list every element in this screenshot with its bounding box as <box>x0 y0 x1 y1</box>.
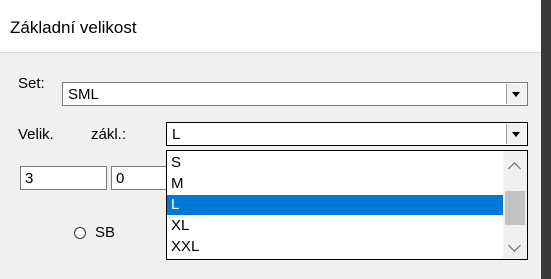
chevron-down-icon <box>512 132 520 137</box>
dropdown-scrollbar[interactable] <box>503 151 527 259</box>
list-item[interactable]: M <box>167 174 503 194</box>
scroll-thumb[interactable] <box>505 191 525 225</box>
dialog-title: Základní velikost <box>10 18 137 37</box>
zakl-label: zákl.: <box>91 126 127 143</box>
list-item[interactable]: XXL <box>167 237 503 257</box>
velik-label: Velik. <box>18 126 54 143</box>
base-size-combobox[interactable]: L <box>166 122 528 146</box>
field-1-input[interactable]: 3 <box>20 166 107 190</box>
list-item[interactable]: S <box>167 153 503 173</box>
base-size-dropdown-list: S M L XL XXL <box>166 150 528 260</box>
title-bar: Základní velikost <box>0 0 541 53</box>
list-item-selected[interactable]: L <box>167 195 503 215</box>
base-size-dropdown-button[interactable] <box>506 124 526 144</box>
sb-radio[interactable] <box>74 227 86 239</box>
field-2-input[interactable]: 0 <box>111 166 167 190</box>
chevron-down-icon <box>512 92 520 97</box>
sb-radio-label: SB <box>95 224 116 241</box>
scroll-down-icon[interactable] <box>508 239 521 252</box>
set-label: Set: <box>18 75 45 92</box>
set-value: SML <box>68 86 99 103</box>
base-size-value: L <box>172 126 181 143</box>
field-1-value: 3 <box>25 170 34 187</box>
set-combobox[interactable]: SML <box>62 82 528 106</box>
base-size-dialog: Základní velikost Set: SML Velik. zákl.:… <box>0 0 541 279</box>
field-2-value: 0 <box>116 170 125 187</box>
set-dropdown-button[interactable] <box>506 84 526 104</box>
scroll-up-icon[interactable] <box>508 162 521 175</box>
list-item[interactable]: XL <box>167 216 503 236</box>
